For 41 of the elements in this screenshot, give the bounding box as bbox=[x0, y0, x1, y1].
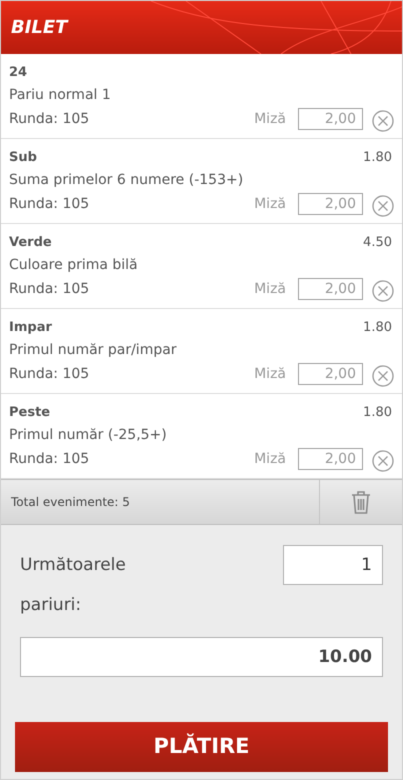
event-count: Total evenimente: 5 bbox=[10, 494, 131, 511]
remove-icon[interactable] bbox=[372, 195, 394, 217]
pay-button[interactable]: PLĂTIRE bbox=[15, 722, 388, 772]
stake-label: Miză bbox=[254, 195, 286, 214]
odds-value: 1.80 bbox=[363, 319, 393, 337]
market-name: Culoare prima bilă bbox=[9, 256, 138, 275]
remove-icon[interactable] bbox=[372, 280, 394, 302]
odds-value: 1.80 bbox=[363, 149, 393, 167]
stake-label: Miză bbox=[254, 450, 286, 469]
stake-label: Miză bbox=[254, 365, 286, 384]
stake-field[interactable]: 2,00 bbox=[298, 193, 363, 215]
ticket-title: BILET bbox=[11, 16, 68, 40]
stake-label: Miză bbox=[254, 110, 286, 129]
selection-name: Verde bbox=[9, 234, 52, 252]
stake-field[interactable]: 2,00 bbox=[298, 448, 363, 470]
next-bets-label: Următoarele pariuri: bbox=[20, 554, 127, 617]
market-name: Primul număr par/impar bbox=[9, 341, 177, 360]
selection-name: Peste bbox=[9, 404, 50, 422]
selection-name: Impar bbox=[9, 319, 52, 337]
round-label: Runda: 105 bbox=[9, 195, 90, 214]
stake-field[interactable]: 2,00 bbox=[298, 278, 363, 300]
remove-icon[interactable] bbox=[372, 450, 394, 472]
round-label: Runda: 105 bbox=[9, 280, 90, 299]
remove-icon[interactable] bbox=[372, 365, 394, 387]
round-label: Runda: 105 bbox=[9, 365, 90, 384]
stake-field[interactable]: 2,00 bbox=[298, 108, 363, 130]
selection-name: 24 bbox=[9, 64, 28, 82]
remove-icon[interactable] bbox=[372, 110, 394, 132]
odds-value: 4.50 bbox=[363, 234, 393, 252]
market-name: Pariu normal 1 bbox=[9, 86, 111, 105]
stake-field[interactable]: 2,00 bbox=[298, 363, 363, 385]
selection-name: Sub bbox=[9, 149, 37, 167]
market-name: Primul număr (-25,5+) bbox=[9, 426, 167, 445]
odds-value: 1.80 bbox=[363, 404, 393, 422]
round-label: Runda: 105 bbox=[9, 450, 90, 469]
total-amount-field[interactable]: 10.00 bbox=[20, 637, 383, 677]
round-label: Runda: 105 bbox=[9, 110, 90, 129]
market-name: Suma primelor 6 numere (-153+) bbox=[9, 171, 244, 190]
stake-label: Miză bbox=[254, 280, 286, 299]
trash-icon bbox=[351, 490, 371, 514]
next-bets-field[interactable]: 1 bbox=[283, 545, 383, 585]
